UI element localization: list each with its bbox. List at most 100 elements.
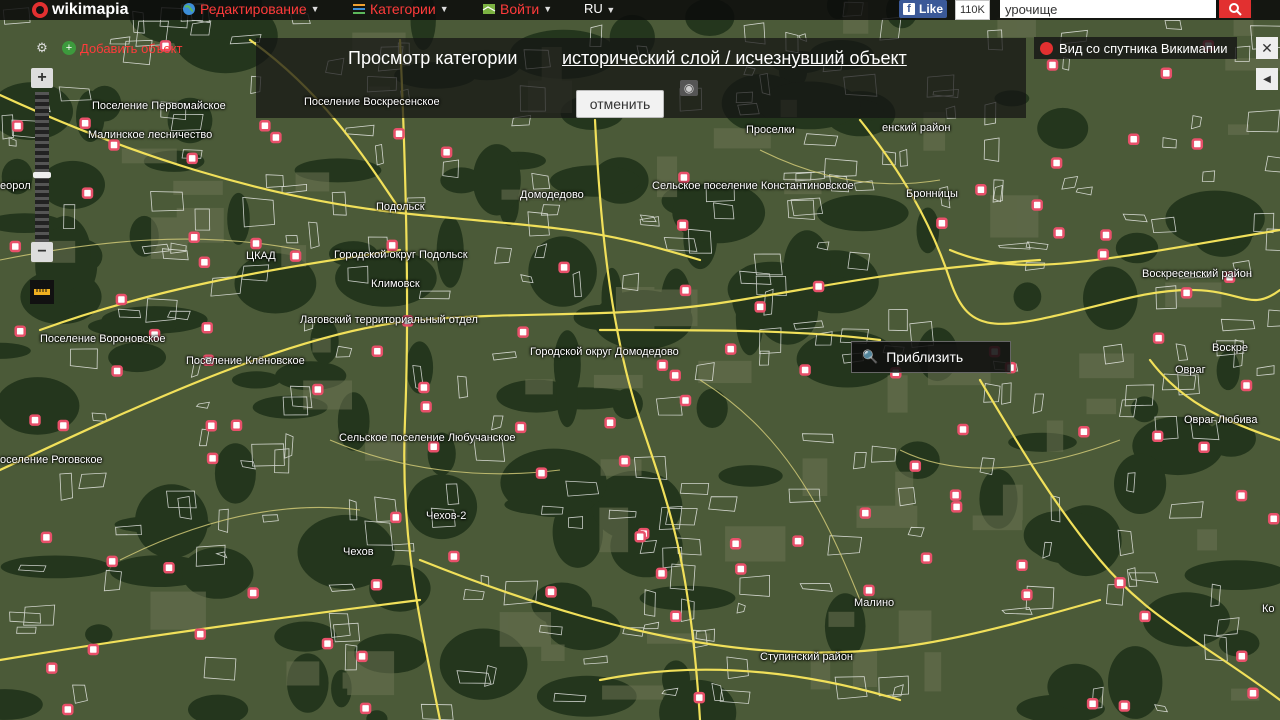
zoom-in-button[interactable]: + [31,68,53,88]
category-marker[interactable] [545,586,557,598]
category-marker[interactable] [812,280,825,293]
satellite-view-toggle[interactable]: Вид со спутника Викимапии [1034,37,1238,59]
category-marker[interactable] [792,535,804,547]
category-marker[interactable] [289,250,302,262]
category-marker[interactable] [371,345,384,357]
cancel-button[interactable]: отменить [576,90,664,118]
category-marker[interactable] [62,703,74,716]
category-marker[interactable] [1236,650,1248,662]
category-marker[interactable] [1151,430,1164,443]
category-marker[interactable] [1100,229,1112,241]
category-marker[interactable] [87,643,100,656]
category-marker[interactable] [115,293,128,306]
category-marker[interactable] [1127,133,1140,146]
category-marker[interactable] [206,452,219,465]
category-marker[interactable] [11,120,24,132]
search-input[interactable] [1000,0,1216,18]
category-marker[interactable] [1053,227,1065,239]
category-marker[interactable] [205,419,218,432]
category-marker[interactable] [79,117,91,129]
category-marker[interactable] [1016,559,1028,571]
zoom-in-tooltip[interactable]: 🔍 Приблизить [851,341,1011,373]
category-marker[interactable] [936,217,948,229]
category-marker[interactable] [186,152,198,165]
category-marker[interactable] [950,501,963,513]
globe-icon[interactable]: ◉ [680,80,698,96]
category-marker[interactable] [618,455,631,467]
category-marker[interactable] [514,421,527,434]
category-marker[interactable] [420,401,432,413]
category-marker[interactable] [250,237,262,250]
category-marker[interactable] [201,321,213,334]
category-marker[interactable] [669,369,681,382]
category-marker[interactable] [1031,199,1043,211]
category-marker[interactable] [679,394,692,407]
category-marker[interactable] [393,127,405,140]
zoom-slider-track[interactable] [35,92,49,242]
category-marker[interactable] [517,326,529,338]
category-marker[interactable] [370,578,383,591]
category-marker[interactable] [230,419,243,432]
category-marker[interactable] [909,460,922,472]
category-marker[interactable] [1118,700,1131,712]
category-marker[interactable] [321,637,334,650]
language-selector[interactable]: RU ▼ [584,1,615,16]
category-marker[interactable] [448,550,460,563]
category-marker[interactable] [81,187,94,199]
category-marker[interactable] [920,552,933,564]
category-marker[interactable] [679,284,692,297]
category-marker[interactable] [198,256,211,269]
category-marker[interactable] [729,538,742,550]
category-marker[interactable] [949,489,962,501]
category-marker[interactable] [390,511,402,524]
gear-icon[interactable]: ⚙ [34,40,50,56]
category-marker[interactable] [604,416,616,429]
category-marker[interactable] [440,146,453,158]
category-marker[interactable] [669,610,682,623]
category-marker[interactable] [859,507,872,519]
zoom-slider-handle[interactable] [33,172,51,178]
category-link[interactable]: исторический слой / исчезнувший объект [562,48,907,69]
wikimapia-logo[interactable]: wikimapia [32,0,128,20]
category-marker[interactable] [111,365,123,377]
category-marker[interactable] [1046,59,1059,71]
category-marker[interactable] [46,662,58,674]
category-marker[interactable] [163,562,175,574]
search-button[interactable] [1219,0,1251,18]
category-marker[interactable] [1050,157,1063,169]
category-marker[interactable] [188,231,200,243]
category-marker[interactable] [754,301,766,313]
menu-edit[interactable]: Редактирование ▼ [182,1,320,17]
category-marker[interactable] [634,530,646,543]
category-marker[interactable] [359,702,372,715]
category-marker[interactable] [975,183,987,196]
category-marker[interactable] [1152,332,1165,344]
category-marker[interactable] [724,343,737,355]
category-marker[interactable] [799,364,811,376]
category-marker[interactable] [1086,697,1099,710]
category-marker[interactable] [1180,287,1193,299]
category-marker[interactable] [247,587,259,599]
category-marker[interactable] [14,325,26,337]
category-marker[interactable] [108,139,120,151]
category-marker[interactable] [1198,441,1210,454]
menu-login[interactable]: Войти ▼ [482,1,552,17]
category-marker[interactable] [1021,589,1033,601]
category-marker[interactable] [312,383,324,396]
category-marker[interactable] [693,691,706,704]
category-marker[interactable] [29,414,41,426]
category-marker[interactable] [1267,513,1280,525]
category-marker[interactable] [863,584,875,597]
category-marker[interactable] [1247,687,1259,699]
category-marker[interactable] [1097,248,1109,261]
collapse-panel-button[interactable]: ◀ [1256,68,1278,90]
category-marker[interactable] [535,467,548,479]
category-marker[interactable] [1078,425,1090,438]
category-marker[interactable] [57,419,70,432]
category-marker[interactable] [655,567,668,580]
layers-button[interactable] [30,280,54,304]
category-marker[interactable] [1235,489,1248,502]
facebook-like-button[interactable]: f Like [899,0,948,18]
category-marker[interactable] [9,240,22,253]
category-marker[interactable] [259,120,271,132]
